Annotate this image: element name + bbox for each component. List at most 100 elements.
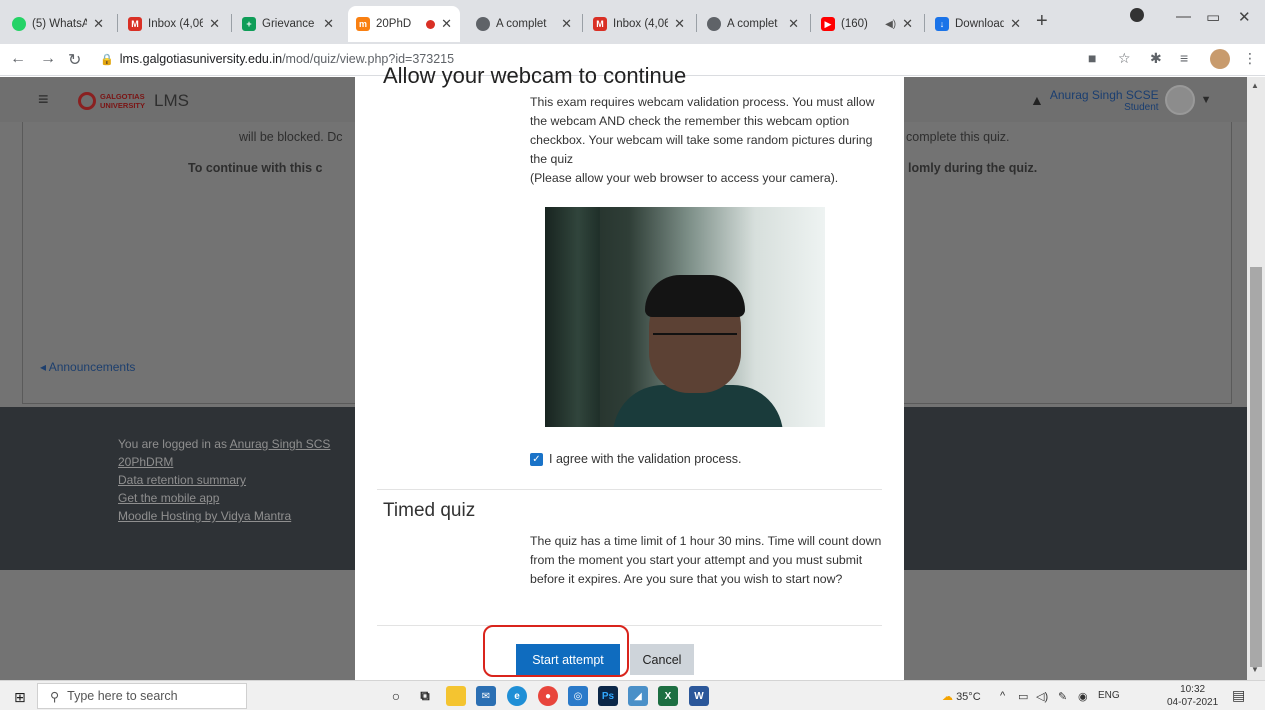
minimize-icon[interactable]: — xyxy=(1176,8,1191,25)
user-menu[interactable]: ▲ Anurag Singh SCSE Student ▼ xyxy=(1030,85,1211,115)
modal-title: Allow your webcam to continue xyxy=(383,63,687,88)
gmail-icon: M xyxy=(593,17,607,31)
notification-bell-icon[interactable]: ▲ xyxy=(1030,92,1044,108)
data-retention-link[interactable]: Data retention summary xyxy=(118,473,246,487)
photoshop-icon[interactable]: Ps xyxy=(598,686,618,706)
cortana-icon[interactable]: ○ xyxy=(386,686,406,706)
windows-start-icon[interactable]: ⊞ xyxy=(14,689,26,706)
network-icon[interactable]: ◉ xyxy=(1078,690,1088,703)
webcam-validation-modal: Allow your webcam to continue This exam … xyxy=(355,63,904,680)
tray-chevron-icon[interactable]: ^ xyxy=(1000,690,1005,702)
forward-icon[interactable]: → xyxy=(40,50,56,68)
weather-icon: ☁ xyxy=(942,691,953,703)
bg-text-line2-left: To continue with this c xyxy=(188,161,323,175)
battery-icon[interactable]: ▭ xyxy=(1018,690,1028,703)
divider xyxy=(377,489,882,490)
tab-a-complete[interactable]: A complet ✕ xyxy=(468,6,580,42)
camera-indicator-icon[interactable]: ■ xyxy=(1088,50,1096,66)
tab-downloads[interactable]: ↓ Download ✕ xyxy=(927,6,1029,42)
chrome-icon[interactable]: ● xyxy=(538,686,558,706)
tab-grievance[interactable]: + Grievance ✕ xyxy=(234,6,342,42)
close-window-icon[interactable]: ✕ xyxy=(1238,8,1251,26)
file-explorer-icon[interactable] xyxy=(446,686,466,706)
globe-icon xyxy=(707,17,721,31)
scroll-down-icon[interactable]: ▼ xyxy=(1251,665,1259,674)
cancel-button[interactable]: Cancel xyxy=(630,644,694,675)
close-icon[interactable]: ✕ xyxy=(209,16,220,32)
clock-date: 04-07-2021 xyxy=(1167,697,1219,708)
tab-20phd[interactable]: m 20PhD ✕ xyxy=(348,6,460,42)
webcam-note: (Please allow your web browser to access… xyxy=(530,171,839,185)
new-tab-icon[interactable]: + xyxy=(1036,10,1048,33)
tab-youtube[interactable]: ▶ (160) ◀) ✕ xyxy=(813,6,921,42)
chevron-down-icon[interactable]: ▼ xyxy=(1201,94,1212,106)
profile-avatar[interactable] xyxy=(1210,49,1230,69)
reading-list-icon[interactable]: ≡ xyxy=(1180,50,1188,66)
search-icon: ⚲ xyxy=(50,689,60,704)
edge-icon[interactable]: e xyxy=(507,686,527,706)
close-icon[interactable]: ✕ xyxy=(902,16,913,32)
weather-widget[interactable]: ☁ 35°C xyxy=(942,690,981,703)
gmail-icon: M xyxy=(128,17,142,31)
extensions-icon[interactable]: ✱ xyxy=(1150,50,1162,67)
agree-checkbox[interactable]: ✓ xyxy=(530,452,543,466)
timed-quiz-title: Timed quiz xyxy=(383,500,476,521)
back-icon[interactable]: ← xyxy=(10,50,26,68)
hosting-link[interactable]: Moodle Hosting by Vidya Mantra xyxy=(118,509,291,523)
close-icon[interactable]: ✕ xyxy=(1010,16,1021,32)
excel-icon[interactable]: X xyxy=(658,686,678,706)
tab-a-complete-2[interactable]: A complet ✕ xyxy=(699,6,807,42)
bg-text-line1-left: will be blocked. Dc xyxy=(239,130,343,144)
system-clock[interactable]: 10:32 04-07-2021 xyxy=(1167,683,1218,709)
brand-name: GALGOTIAS UNIVERSITY xyxy=(100,92,146,110)
timed-quiz-text: The quiz has a time limit of 1 hour 30 m… xyxy=(530,534,882,586)
close-icon[interactable]: ✕ xyxy=(441,16,452,32)
bookmark-star-icon[interactable]: ☆ xyxy=(1118,50,1131,67)
close-icon[interactable]: ✕ xyxy=(323,16,334,32)
notification-center-icon[interactable]: ▤ xyxy=(1232,687,1245,704)
sheets-icon: + xyxy=(242,17,256,31)
scroll-up-icon[interactable]: ▲ xyxy=(1251,81,1259,90)
word-icon[interactable]: W xyxy=(689,686,709,706)
task-view-icon[interactable]: ⧉ xyxy=(415,686,435,706)
recording-icon xyxy=(426,19,436,29)
scroll-thumb[interactable] xyxy=(1250,267,1262,667)
page-scrollbar[interactable]: ▲ ▼ xyxy=(1247,77,1265,680)
tab-inbox[interactable]: M Inbox (4,06 ✕ xyxy=(120,6,228,42)
webcam-preview xyxy=(545,207,825,427)
app-icon[interactable]: ◎ xyxy=(568,686,588,706)
menu-icon[interactable]: ≡ xyxy=(38,89,49,110)
more-menu-icon[interactable]: ⋮ xyxy=(1243,50,1257,67)
moodle-icon: m xyxy=(356,17,370,31)
arrow-left-icon: ◂ xyxy=(40,360,49,374)
bg-text-line1-right: complete this quiz. xyxy=(906,130,1010,144)
screen: (5) WhatsA ✕ M Inbox (4,06 ✕ + Grievance… xyxy=(0,0,1265,710)
close-icon[interactable]: ✕ xyxy=(788,16,799,32)
mobile-app-link[interactable]: Get the mobile app xyxy=(118,491,219,505)
tab-whatsapp[interactable]: (5) WhatsA ✕ xyxy=(4,6,112,42)
restore-icon[interactable]: ▭ xyxy=(1206,8,1220,26)
globe-icon xyxy=(476,17,490,31)
mail-icon[interactable]: ✉ xyxy=(476,686,496,706)
volume-icon[interactable]: ◁) xyxy=(1036,690,1048,703)
reload-icon[interactable]: ↻ xyxy=(68,50,81,70)
lock-icon: 🔒 xyxy=(100,54,114,66)
audio-icon: ◀) xyxy=(885,18,897,30)
course-link[interactable]: 20PhDRM xyxy=(118,455,173,469)
taskbar-search[interactable]: ⚲ Type here to search xyxy=(37,683,247,709)
university-logo-icon xyxy=(78,92,96,110)
tab-inbox-2[interactable]: M Inbox (4,06 ✕ xyxy=(585,6,693,42)
announcements-link[interactable]: ◂ Announcements xyxy=(40,360,135,374)
logged-in-user-link[interactable]: Anurag Singh SCS xyxy=(230,437,331,451)
avatar[interactable] xyxy=(1164,85,1195,115)
language-indicator[interactable]: ENG xyxy=(1098,690,1120,701)
profile-menu-icon[interactable] xyxy=(1130,8,1144,22)
app-icon[interactable]: ◢ xyxy=(628,686,648,706)
divider xyxy=(377,625,882,626)
lms-logo[interactable]: GALGOTIAS UNIVERSITY LMS xyxy=(78,91,189,111)
pen-icon[interactable]: ✎ xyxy=(1058,690,1067,703)
close-icon[interactable]: ✕ xyxy=(561,16,572,32)
close-icon[interactable]: ✕ xyxy=(674,16,685,32)
agree-checkbox-row[interactable]: ✓ I agree with the validation process. xyxy=(530,452,741,466)
close-icon[interactable]: ✕ xyxy=(93,16,104,32)
